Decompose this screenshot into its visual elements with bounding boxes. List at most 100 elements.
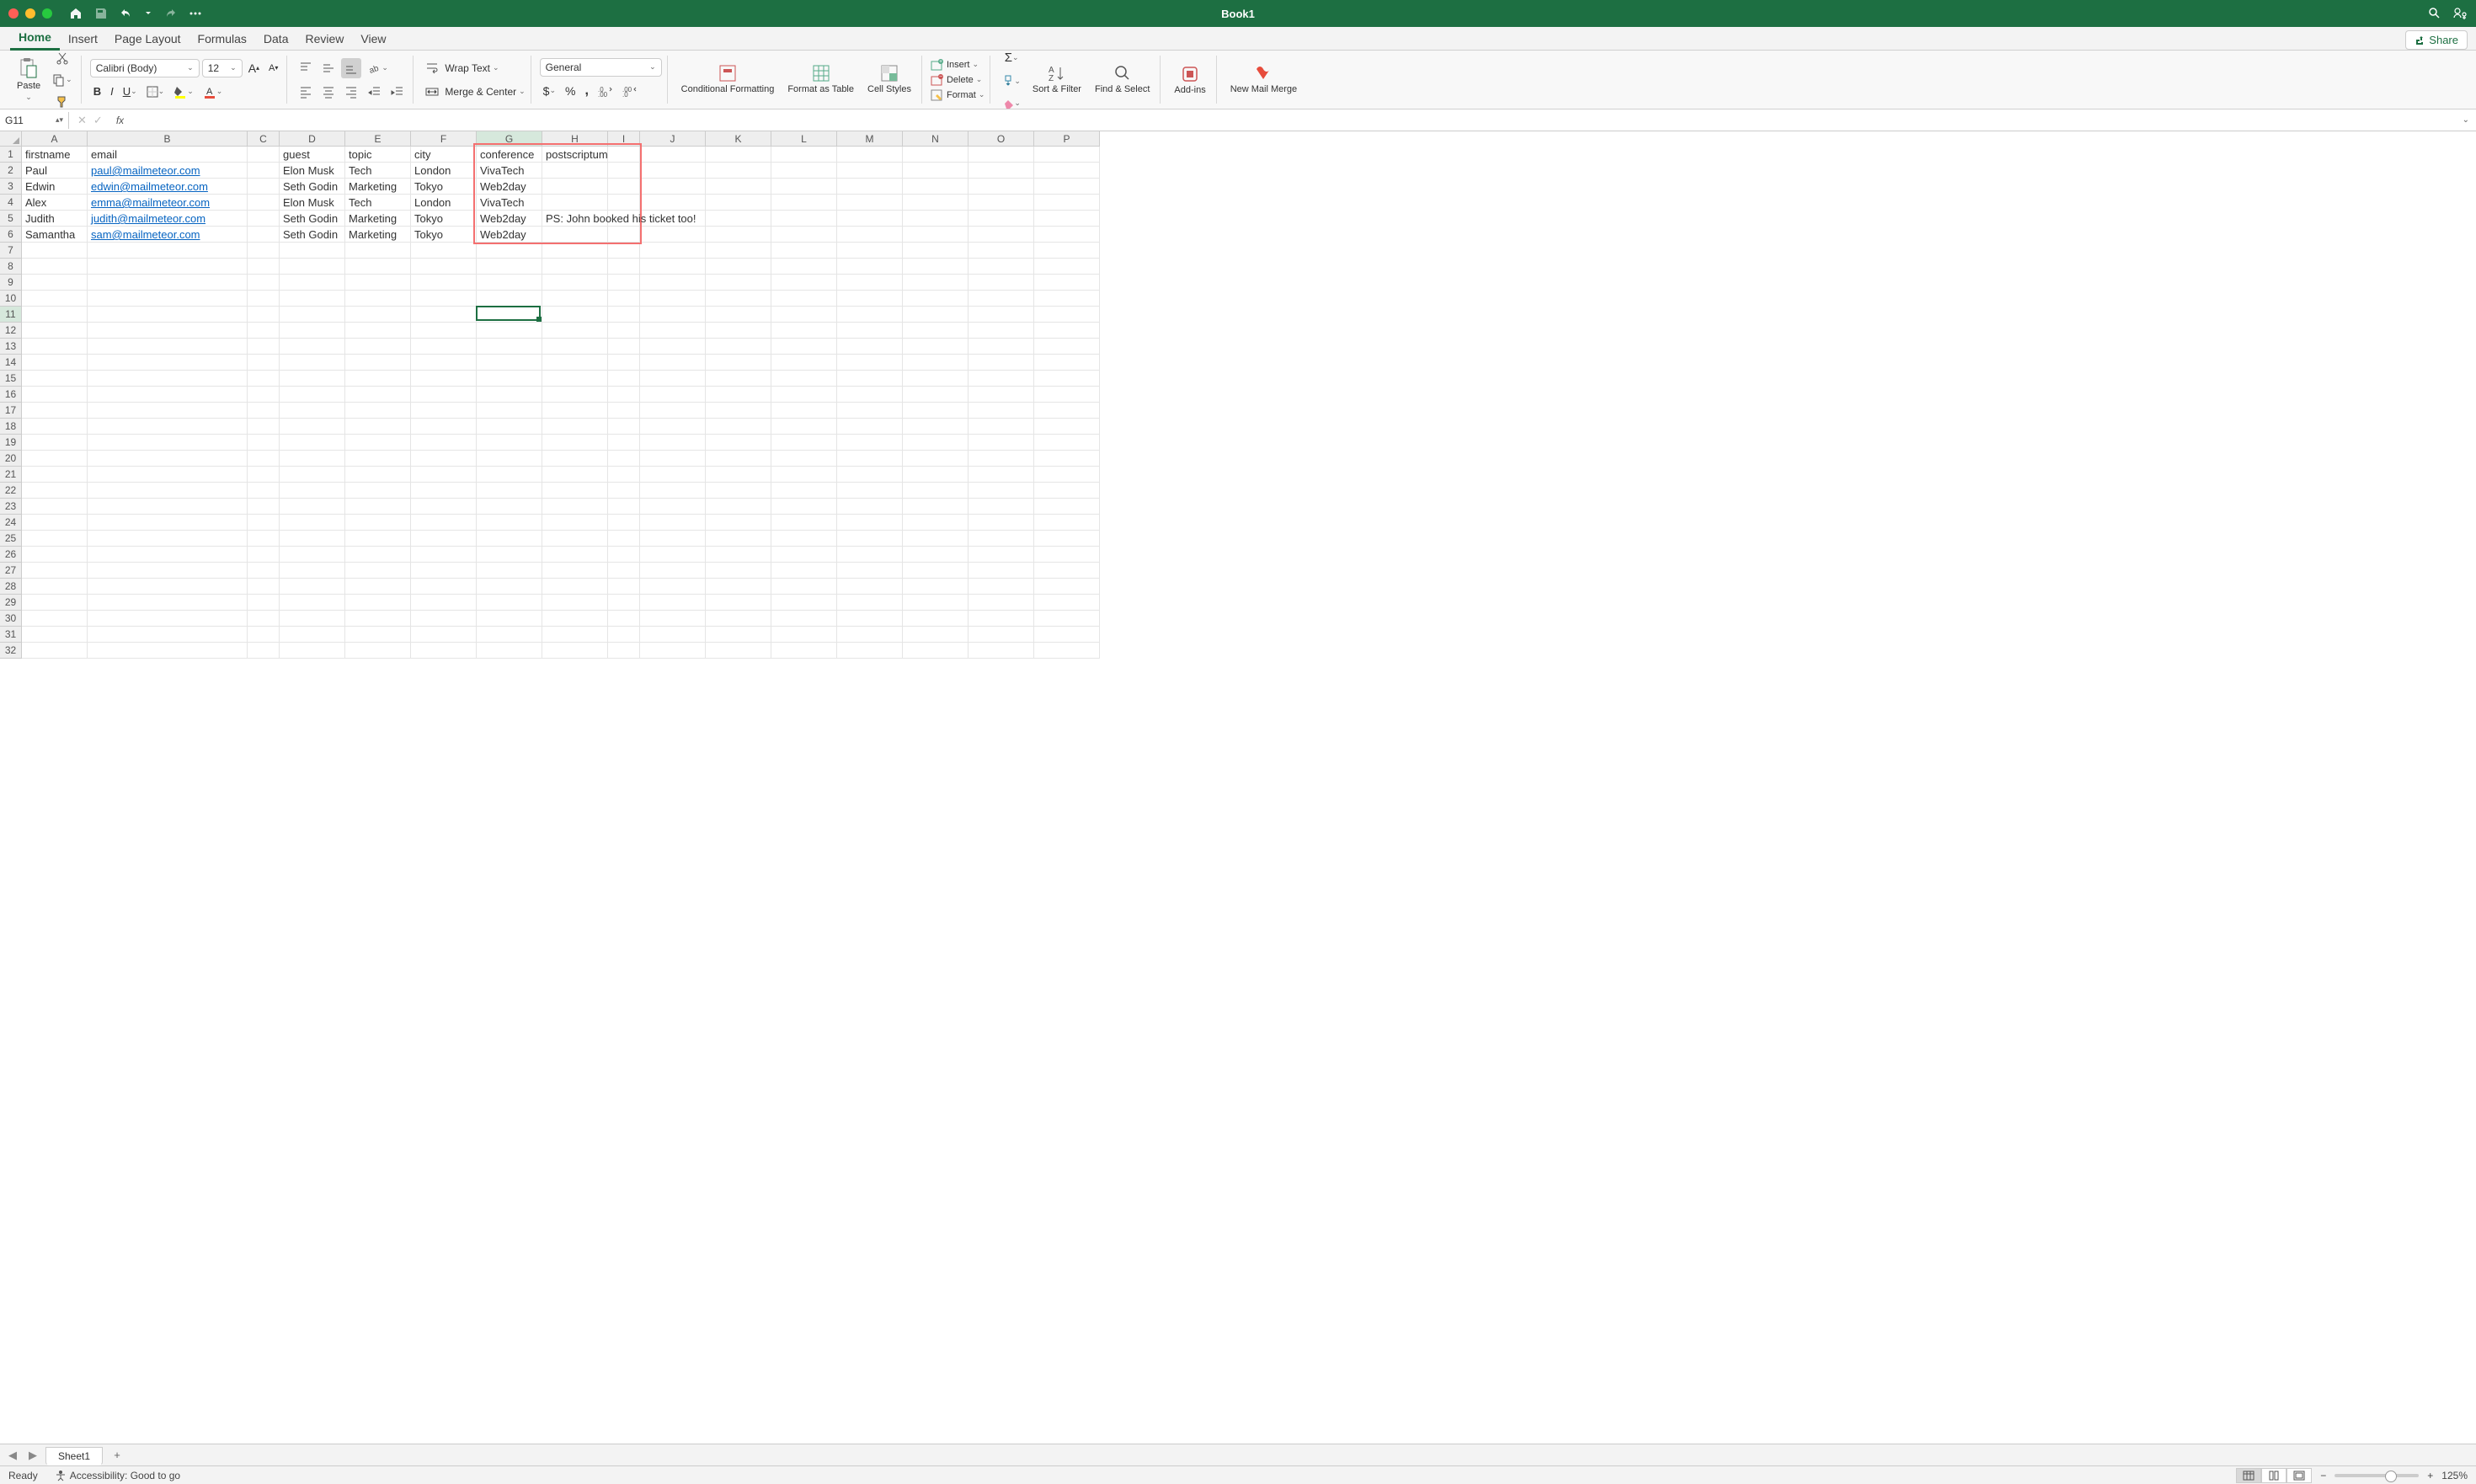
cell-O1[interactable] xyxy=(969,147,1034,163)
cell-C10[interactable] xyxy=(248,291,280,307)
cell-I32[interactable] xyxy=(608,643,640,659)
cell-D26[interactable] xyxy=(280,547,345,563)
cell-N10[interactable] xyxy=(903,291,969,307)
cell-J15[interactable] xyxy=(640,371,706,387)
row-header-10[interactable]: 10 xyxy=(0,291,22,307)
cell-A14[interactable] xyxy=(22,355,88,371)
cell-O4[interactable] xyxy=(969,195,1034,211)
paste-button[interactable]: Paste ⌄ xyxy=(12,56,45,104)
cell-F26[interactable] xyxy=(411,547,477,563)
cell-B11[interactable] xyxy=(88,307,248,323)
cell-O11[interactable] xyxy=(969,307,1034,323)
cell-G6[interactable]: Web2day xyxy=(477,227,542,243)
cell-C4[interactable] xyxy=(248,195,280,211)
cell-H30[interactable] xyxy=(542,611,608,627)
cell-N28[interactable] xyxy=(903,579,969,595)
cell-N16[interactable] xyxy=(903,387,969,403)
cell-I17[interactable] xyxy=(608,403,640,419)
cell-E12[interactable] xyxy=(345,323,411,339)
cell-H20[interactable] xyxy=(542,451,608,467)
cell-G14[interactable] xyxy=(477,355,542,371)
row-header-9[interactable]: 9 xyxy=(0,275,22,291)
undo-icon[interactable] xyxy=(120,7,133,20)
row-header-4[interactable]: 4 xyxy=(0,195,22,211)
cell-B5[interactable]: judith@mailmeteor.com xyxy=(88,211,248,227)
cell-C18[interactable] xyxy=(248,419,280,435)
cell-P15[interactable] xyxy=(1034,371,1100,387)
cell-K5[interactable] xyxy=(706,211,771,227)
cell-L9[interactable] xyxy=(771,275,837,291)
cell-E22[interactable] xyxy=(345,483,411,499)
cell-A29[interactable] xyxy=(22,595,88,611)
cell-B17[interactable] xyxy=(88,403,248,419)
merge-center-chevron[interactable]: ⌄ xyxy=(519,87,526,96)
cell-K17[interactable] xyxy=(706,403,771,419)
row-header-5[interactable]: 5 xyxy=(0,211,22,227)
cell-C12[interactable] xyxy=(248,323,280,339)
cell-D21[interactable] xyxy=(280,467,345,483)
cell-E16[interactable] xyxy=(345,387,411,403)
cell-L3[interactable] xyxy=(771,179,837,195)
cell-H21[interactable] xyxy=(542,467,608,483)
cell-C26[interactable] xyxy=(248,547,280,563)
cell-J3[interactable] xyxy=(640,179,706,195)
cell-I3[interactable] xyxy=(608,179,640,195)
cell-N13[interactable] xyxy=(903,339,969,355)
cell-B25[interactable] xyxy=(88,531,248,547)
cell-O8[interactable] xyxy=(969,259,1034,275)
cell-D25[interactable] xyxy=(280,531,345,547)
cell-L27[interactable] xyxy=(771,563,837,579)
column-header-B[interactable]: B xyxy=(88,131,248,147)
cell-C9[interactable] xyxy=(248,275,280,291)
cell-L16[interactable] xyxy=(771,387,837,403)
cell-M32[interactable] xyxy=(837,643,903,659)
cell-P2[interactable] xyxy=(1034,163,1100,179)
cell-I7[interactable] xyxy=(608,243,640,259)
cell-F30[interactable] xyxy=(411,611,477,627)
cell-B6[interactable]: sam@mailmeteor.com xyxy=(88,227,248,243)
cell-O17[interactable] xyxy=(969,403,1034,419)
cell-I26[interactable] xyxy=(608,547,640,563)
cell-L23[interactable] xyxy=(771,499,837,515)
cell-G13[interactable] xyxy=(477,339,542,355)
cell-H24[interactable] xyxy=(542,515,608,531)
cell-D27[interactable] xyxy=(280,563,345,579)
cell-E5[interactable]: Marketing xyxy=(345,211,411,227)
cell-D18[interactable] xyxy=(280,419,345,435)
cancel-formula-icon[interactable]: ✕ xyxy=(77,114,87,127)
cell-I29[interactable] xyxy=(608,595,640,611)
align-left-button[interactable] xyxy=(296,82,316,102)
cell-G21[interactable] xyxy=(477,467,542,483)
cell-I6[interactable] xyxy=(608,227,640,243)
cell-I31[interactable] xyxy=(608,627,640,643)
row-header-31[interactable]: 31 xyxy=(0,627,22,643)
cell-J1[interactable] xyxy=(640,147,706,163)
cell-J7[interactable] xyxy=(640,243,706,259)
cell-L20[interactable] xyxy=(771,451,837,467)
cell-P26[interactable] xyxy=(1034,547,1100,563)
cell-F1[interactable]: city xyxy=(411,147,477,163)
cell-D17[interactable] xyxy=(280,403,345,419)
cell-E13[interactable] xyxy=(345,339,411,355)
cell-F6[interactable]: Tokyo xyxy=(411,227,477,243)
cell-N11[interactable] xyxy=(903,307,969,323)
cell-L4[interactable] xyxy=(771,195,837,211)
cell-D15[interactable] xyxy=(280,371,345,387)
cell-A26[interactable] xyxy=(22,547,88,563)
cell-D19[interactable] xyxy=(280,435,345,451)
cell-M30[interactable] xyxy=(837,611,903,627)
cell-I9[interactable] xyxy=(608,275,640,291)
cell-E20[interactable] xyxy=(345,451,411,467)
cell-G8[interactable] xyxy=(477,259,542,275)
cell-L18[interactable] xyxy=(771,419,837,435)
cell-I28[interactable] xyxy=(608,579,640,595)
cell-O21[interactable] xyxy=(969,467,1034,483)
row-header-13[interactable]: 13 xyxy=(0,339,22,355)
cell-B10[interactable] xyxy=(88,291,248,307)
cell-G4[interactable]: VivaTech xyxy=(477,195,542,211)
cell-C15[interactable] xyxy=(248,371,280,387)
cell-B16[interactable] xyxy=(88,387,248,403)
tab-home[interactable]: Home xyxy=(10,27,60,51)
row-header-20[interactable]: 20 xyxy=(0,451,22,467)
cell-K11[interactable] xyxy=(706,307,771,323)
